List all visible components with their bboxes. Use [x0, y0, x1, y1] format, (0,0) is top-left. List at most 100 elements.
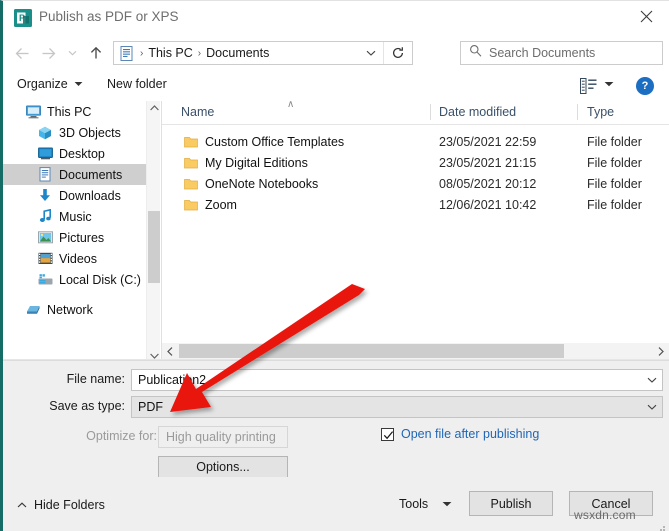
new-folder-button[interactable]: New folder	[107, 77, 167, 91]
file-date-cell: 08/05/2021 20:12	[439, 176, 537, 191]
file-name-cell: OneNote Notebooks	[184, 177, 318, 191]
column-divider[interactable]	[577, 104, 578, 120]
file-type-cell: File folder	[587, 176, 642, 191]
column-header-row: ∧ Name Date modified Type	[162, 99, 669, 125]
search-input[interactable]: Search Documents	[460, 41, 663, 65]
address-bar[interactable]: › This PC › Documents	[113, 41, 413, 65]
tree-item-network[interactable]: Network	[3, 299, 146, 320]
breadcrumb-documents[interactable]: Documents	[206, 46, 269, 60]
horizontal-scrollbar[interactable]	[162, 343, 669, 359]
desktop-icon	[37, 146, 53, 162]
column-header-name[interactable]: Name	[181, 105, 214, 119]
table-row[interactable]: Zoom 12/06/2021 10:42 File folder	[162, 194, 669, 215]
recent-locations-icon[interactable]	[63, 43, 81, 63]
chevron-up-icon[interactable]	[147, 101, 161, 115]
file-list: ∧ Name Date modified Type Custom Office …	[162, 99, 669, 363]
tree-label: Videos	[59, 251, 97, 266]
options-button[interactable]: Options...	[158, 456, 288, 478]
tree-item-3d-objects[interactable]: 3D Objects	[3, 122, 146, 143]
organize-label: Organize	[17, 77, 68, 91]
pictures-icon	[37, 230, 53, 246]
tree-label: Local Disk (C:)	[59, 272, 141, 287]
up-arrow-icon[interactable]	[85, 42, 107, 64]
view-layout-icon[interactable]	[580, 78, 597, 94]
tree-label: Downloads	[59, 188, 121, 203]
close-button[interactable]	[623, 1, 669, 32]
tree-label: 3D Objects	[59, 125, 121, 140]
tree-item-local-disk[interactable]: Local Disk (C:)	[3, 269, 146, 290]
chevron-down-icon	[442, 500, 452, 509]
tree-item-pictures[interactable]: Pictures	[3, 227, 146, 248]
breadcrumb-separator: ›	[197, 47, 202, 59]
table-row[interactable]: OneNote Notebooks 08/05/2021 20:12 File …	[162, 173, 669, 194]
close-icon	[640, 10, 653, 23]
checkbox-box[interactable]	[381, 427, 394, 441]
search-icon	[469, 44, 482, 62]
tree-item-videos[interactable]: Videos	[3, 248, 146, 269]
file-type-cell: File folder	[587, 155, 642, 170]
tree-item-documents[interactable]: Documents	[3, 164, 146, 185]
breadcrumb-this-pc[interactable]: This PC	[148, 46, 192, 60]
tree-label: Pictures	[59, 230, 105, 245]
publisher-icon: P	[14, 9, 32, 27]
table-row[interactable]: My Digital Editions 23/05/2021 21:15 Fil…	[162, 152, 669, 173]
refresh-icon[interactable]	[383, 42, 412, 64]
tree-label: Desktop	[59, 146, 105, 161]
address-dropdown-icon[interactable]	[360, 42, 382, 64]
navigation-tree: This PC 3D Objects Desktop Documents Dow…	[3, 101, 146, 363]
forward-arrow-icon[interactable]	[37, 42, 59, 64]
file-name-cell: Custom Office Templates	[184, 135, 344, 149]
open-file-after-publishing-checkbox[interactable]: Open file after publishing	[381, 427, 539, 441]
3d-objects-icon	[37, 125, 53, 141]
file-name-text: My Digital Editions	[205, 155, 308, 170]
organize-button[interactable]: Organize	[17, 77, 83, 91]
tree-item-this-pc[interactable]: This PC	[3, 101, 146, 122]
hide-folders-label: Hide Folders	[34, 498, 105, 512]
file-name-input[interactable]: Publication2	[131, 369, 663, 391]
help-icon[interactable]: ?	[636, 77, 654, 95]
file-name-cell: Zoom	[184, 198, 237, 212]
help-glyph: ?	[641, 80, 649, 92]
optimize-for-label: Optimize for:	[86, 429, 157, 443]
chevron-down-icon[interactable]	[642, 370, 662, 390]
column-divider[interactable]	[430, 104, 431, 120]
view-dropdown-icon[interactable]	[604, 80, 614, 89]
tree-item-desktop[interactable]: Desktop	[3, 143, 146, 164]
save-as-type-dropdown[interactable]: PDF	[131, 396, 663, 418]
options-button-label: Options...	[196, 460, 250, 474]
tools-button[interactable]: Tools	[399, 497, 452, 511]
publish-button[interactable]: Publish	[469, 491, 553, 516]
tree-scrollbar[interactable]	[146, 101, 160, 363]
new-folder-label: New folder	[107, 77, 167, 91]
file-name-label: File name:	[66, 372, 125, 386]
tree-item-downloads[interactable]: Downloads	[3, 185, 146, 206]
resize-grip-icon[interactable]	[656, 519, 666, 531]
table-row[interactable]: Custom Office Templates 23/05/2021 22:59…	[162, 131, 669, 152]
tree-label: Music	[59, 209, 92, 224]
file-name-value: Publication2	[138, 373, 207, 387]
optimize-for-value-box: High quality printing	[158, 426, 288, 448]
chevron-down-icon[interactable]	[642, 397, 662, 417]
scrollbar-thumb[interactable]	[179, 344, 564, 358]
tree-item-music[interactable]: Music	[3, 206, 146, 227]
scrollbar-thumb[interactable]	[148, 211, 160, 283]
publish-as-pdf-dialog: P Publish as PDF or XPS › This PC › Docu…	[0, 0, 669, 531]
local-disk-icon	[37, 272, 53, 288]
folder-icon	[184, 199, 198, 211]
folder-icon	[184, 178, 198, 190]
publish-button-label: Publish	[490, 496, 532, 511]
documents-folder-icon	[118, 45, 135, 62]
column-header-date-modified[interactable]: Date modified	[439, 105, 516, 119]
chevron-down-icon	[74, 80, 83, 89]
chevron-left-icon[interactable]	[162, 343, 178, 359]
back-arrow-icon[interactable]	[11, 42, 33, 64]
file-name-text: Custom Office Templates	[205, 134, 345, 149]
column-header-type[interactable]: Type	[587, 105, 614, 119]
file-name-text: OneNote Notebooks	[205, 176, 319, 191]
chevron-right-icon[interactable]	[653, 343, 669, 359]
hide-folders-button[interactable]: Hide Folders	[17, 498, 105, 512]
file-date-cell: 12/06/2021 10:42	[439, 197, 537, 212]
dialog-footer: Hide Folders Tools Publish Cancel	[3, 477, 669, 531]
save-as-type-label: Save as type:	[49, 399, 125, 413]
